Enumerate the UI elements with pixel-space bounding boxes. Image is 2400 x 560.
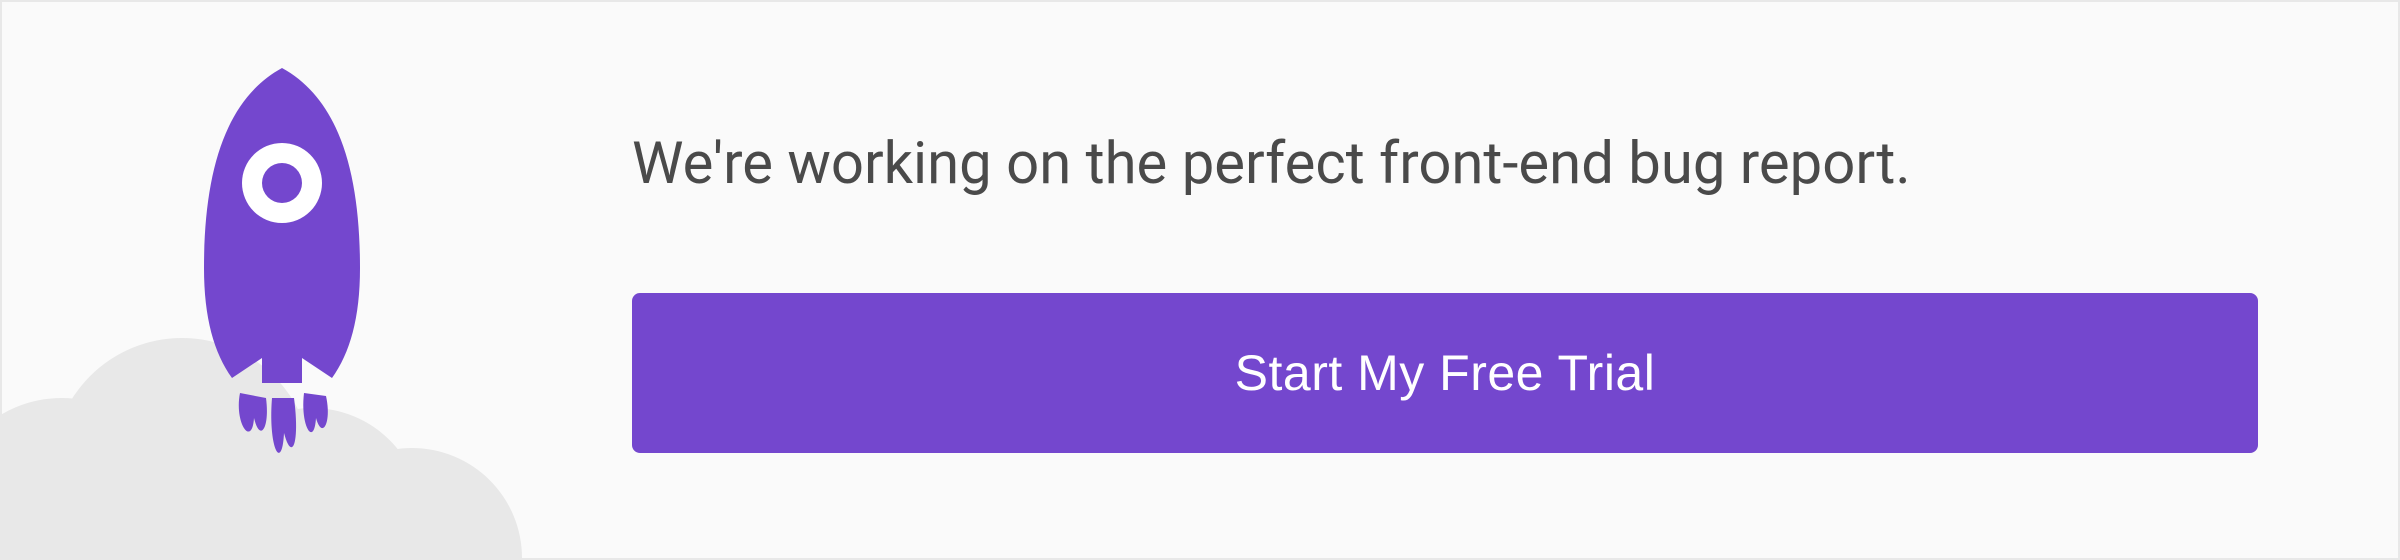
banner-headline: We're working on the perfect front-end b… <box>632 127 2258 202</box>
banner-content: We're working on the perfect front-end b… <box>632 2 2398 558</box>
clouds-icon <box>2 338 522 558</box>
cta-button-label: Start My Free Trial <box>1235 344 1656 402</box>
start-free-trial-button[interactable]: Start My Free Trial <box>632 293 2258 453</box>
promo-banner: We're working on the perfect front-end b… <box>0 0 2400 560</box>
rocket-illustration <box>2 0 622 558</box>
rocket-icon <box>204 68 360 453</box>
